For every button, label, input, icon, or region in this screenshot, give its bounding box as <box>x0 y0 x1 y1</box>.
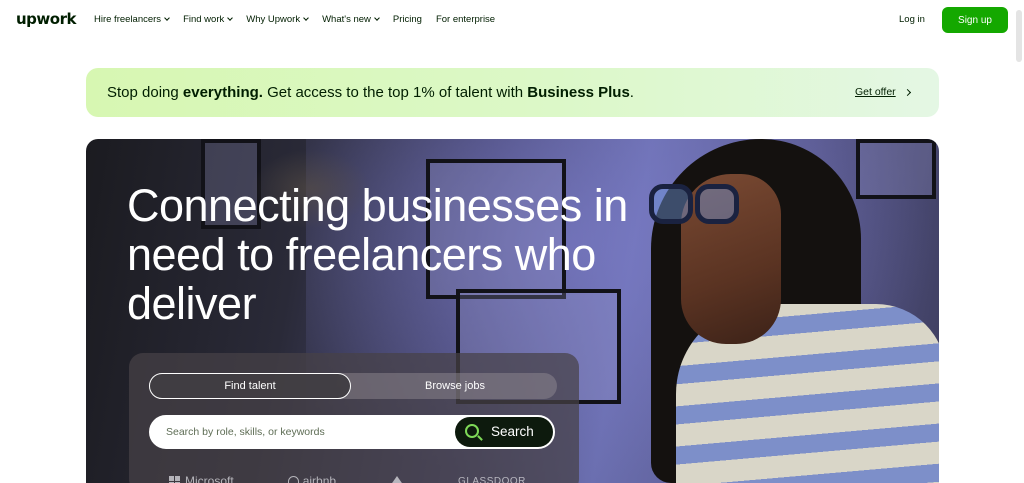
promo-text-part: Get access to the top 1% of talent with <box>262 84 528 101</box>
airbnb-logo: airbnb <box>287 471 337 483</box>
nav-hire-freelancers[interactable]: Hire freelancers <box>94 14 170 25</box>
nav-pricing[interactable]: Pricing <box>393 14 422 25</box>
search-button-label: Search <box>491 424 534 439</box>
chevron-down-icon <box>303 15 309 21</box>
client-name: airbnb <box>302 474 337 483</box>
nav-label: Pricing <box>392 14 422 25</box>
chevron-down-icon <box>227 15 234 21</box>
nav-label: Hire freelancers <box>94 14 162 25</box>
main-nav: Hire freelancers Find work Why Upwork Wh… <box>94 14 509 25</box>
promo-text-bold: Business Plus <box>527 84 630 101</box>
microsoft-icon <box>169 475 180 483</box>
nav-find-work[interactable]: Find work <box>183 14 234 25</box>
scrollbar[interactable] <box>1016 10 1022 62</box>
nav-label: Why Upwork <box>246 14 301 25</box>
upwork-logo[interactable]: upwork <box>16 10 76 28</box>
airbnb-icon <box>287 475 299 483</box>
nav-why-upwork[interactable]: Why Upwork <box>246 14 309 25</box>
client-name: Microsoft <box>185 474 234 483</box>
hero-section: Connecting businesses in need to freelan… <box>86 139 939 483</box>
client-logos: Microsoft airbnb GLASSDOOR <box>169 471 549 483</box>
glasses-lens <box>649 184 693 224</box>
hero-title: Connecting businesses in need to freelan… <box>127 180 628 329</box>
search-button[interactable]: Search <box>455 417 553 447</box>
search-icon <box>465 424 479 438</box>
chevron-down-icon <box>374 15 380 21</box>
person-glasses <box>649 184 739 226</box>
nav-whats-new[interactable]: What's new <box>322 14 380 25</box>
wall-frame <box>856 139 936 199</box>
search-input[interactable] <box>166 416 446 447</box>
chevron-down-icon <box>164 15 170 21</box>
bissell-logo <box>390 471 405 483</box>
glasses-lens <box>695 184 739 224</box>
upwork-homepage: upwork Hire freelancers Find work Why Up… <box>0 0 1024 483</box>
nav-label: What's new <box>322 14 371 25</box>
nav-for-enterprise[interactable]: For enterprise <box>436 14 495 25</box>
signup-button[interactable]: Sign up <box>942 7 1008 33</box>
chevron-right-icon <box>903 88 911 96</box>
promo-banner: Stop doing everything. Get access to the… <box>86 68 939 117</box>
nav-label: Find work <box>183 14 225 25</box>
nav-label: For enterprise <box>435 14 496 25</box>
promo-text-part: . <box>629 84 634 101</box>
glassdoor-logo: GLASSDOOR <box>458 475 526 483</box>
search-card: Find talent Browse jobs Search Microsoft… <box>129 353 579 483</box>
search-tabs: Find talent Browse jobs <box>149 373 557 399</box>
search-box: Search <box>149 415 555 449</box>
promo-text-bold: everything. <box>182 84 263 101</box>
top-header: upwork Hire freelancers Find work Why Up… <box>0 0 1024 40</box>
triangle-logo-icon <box>390 476 405 483</box>
promo-text-part: Stop doing <box>107 84 183 101</box>
promo-text: Stop doing everything. Get access to the… <box>107 84 634 101</box>
tab-browse-jobs[interactable]: Browse jobs <box>353 373 557 399</box>
get-offer-link[interactable]: Get offer <box>855 86 911 98</box>
get-offer-label: Get offer <box>855 86 896 98</box>
tab-find-talent[interactable]: Find talent <box>149 373 351 399</box>
microsoft-logo: Microsoft <box>169 471 234 483</box>
login-link[interactable]: Log in <box>899 14 925 25</box>
